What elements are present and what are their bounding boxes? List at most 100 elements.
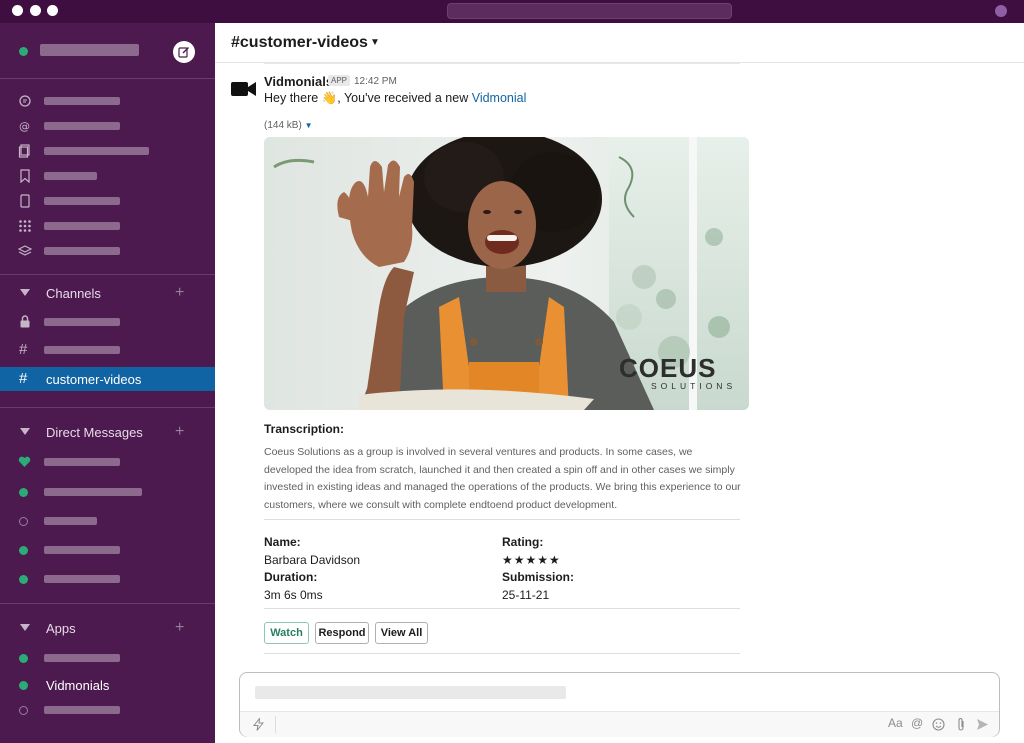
sidebar-dm-item[interactable] [0, 538, 215, 562]
svg-text:@: @ [19, 120, 30, 133]
nav-label-placeholder [44, 247, 120, 255]
send-icon[interactable] [976, 718, 989, 731]
nav-label-placeholder [44, 147, 149, 155]
file-size-label: (144 kB) [264, 120, 302, 131]
presence-online-icon [19, 575, 28, 584]
hash-icon: # [19, 370, 28, 387]
message-timestamp[interactable]: 12:42 PM [354, 76, 397, 87]
transcription-text: Coeus Solutions as a group is involved i… [264, 446, 741, 511]
vidmonial-link[interactable]: Vidmonial [472, 91, 527, 105]
maximize-window-button[interactable] [47, 5, 58, 16]
sidebar-app-item[interactable] [0, 646, 215, 670]
bookmark-icon [20, 169, 30, 183]
sidebar-item-saved[interactable] [0, 165, 215, 189]
dropdown-caret-icon[interactable]: ▼ [305, 121, 313, 130]
message-sender[interactable]: Vidmonials [264, 74, 333, 89]
nav-label-placeholder [44, 222, 120, 230]
nav-label-placeholder [44, 122, 120, 130]
tablet-icon [20, 194, 30, 208]
app-name-placeholder [44, 654, 120, 662]
message-composer[interactable]: Aa @ [239, 672, 1000, 737]
sidebar-divider [0, 603, 215, 604]
hash-icon: # [19, 341, 28, 358]
sidebar-item-files[interactable] [0, 190, 215, 214]
sidebar-item-drafts[interactable] [0, 140, 215, 164]
message-input[interactable] [255, 686, 566, 699]
dm-name-placeholder [44, 575, 120, 583]
sidebar-app-item[interactable] [0, 698, 215, 722]
presence-online-icon [19, 654, 28, 663]
sidebar-dm-item[interactable] [0, 567, 215, 591]
add-channel-icon[interactable]: + [175, 284, 184, 302]
sidebar-dm-item[interactable] [0, 509, 215, 533]
format-text-button[interactable]: Aa [888, 716, 903, 730]
emoji-icon[interactable] [932, 718, 945, 731]
presence-online-icon [19, 681, 28, 690]
message-greeting: Hey there [264, 91, 319, 105]
dm-name-placeholder [44, 517, 97, 525]
sidebar-dm-item[interactable] [0, 480, 215, 504]
channel-title[interactable]: #customer-videos [231, 34, 368, 52]
lock-icon [20, 315, 30, 328]
channel-header: #customer-videos ▼ [215, 23, 1024, 63]
transcription-heading: Transcription: [264, 422, 345, 436]
chevron-down-icon[interactable]: ▼ [370, 37, 380, 48]
composer-toolbar: Aa @ [240, 711, 999, 737]
add-app-icon[interactable]: + [175, 619, 184, 637]
compose-icon [178, 47, 189, 58]
app-badge: APP [328, 75, 351, 86]
toolbar-divider [275, 716, 276, 733]
sidebar-item-layers[interactable] [0, 240, 215, 264]
presence-online-icon [19, 546, 28, 555]
message-text: Hey there 👋, You've received a new Vidmo… [264, 91, 526, 106]
channel-name-placeholder [44, 318, 120, 326]
rating-label: Rating: [502, 535, 544, 549]
video-thumbnail[interactable]: COEUS SOLUTIONS [264, 137, 749, 410]
video-logo-main: COEUS [619, 353, 716, 383]
mention-button[interactable]: @ [911, 716, 923, 730]
lightning-icon[interactable] [253, 718, 264, 731]
file-size[interactable]: (144 kB) ▼ [264, 120, 313, 131]
respond-button[interactable]: Respond [315, 622, 369, 644]
sidebar-item-mentions[interactable]: @ [0, 115, 215, 139]
video-logo-sub: SOLUTIONS [651, 381, 736, 391]
compose-button[interactable] [173, 41, 195, 63]
mentions-icon: @ [19, 120, 30, 133]
window-titlebar [0, 0, 1024, 23]
close-window-button[interactable] [12, 5, 23, 16]
sidebar-app-vidmonials[interactable]: Vidmonials [0, 673, 215, 697]
sidebar: @ Channels + # # customer-videos Direct … [0, 23, 215, 743]
video-camera-icon [231, 82, 256, 96]
presence-away-icon [19, 517, 28, 526]
sidebar-channel-public[interactable]: # [0, 338, 215, 362]
search-bar[interactable] [447, 3, 732, 19]
caret-down-icon [20, 289, 30, 296]
direct-messages-section-header[interactable]: Direct Messages + [0, 421, 215, 445]
sidebar-app-label: Vidmonials [46, 678, 110, 693]
sidebar-item-threads[interactable] [0, 90, 215, 114]
channels-section-label: Channels [46, 286, 101, 301]
channels-section-header[interactable]: Channels + [0, 282, 215, 306]
wave-emoji-icon: 👋 [321, 91, 338, 105]
apps-section-header[interactable]: Apps + [0, 617, 215, 641]
presence-online-icon [19, 488, 28, 497]
view-all-button[interactable]: View All [375, 622, 428, 644]
divider [264, 608, 740, 609]
divider [264, 519, 740, 520]
sidebar-divider [0, 274, 215, 275]
sidebar-channel-customer-videos[interactable]: # customer-videos [0, 367, 215, 391]
dm-name-placeholder [44, 458, 120, 466]
sidebar-channel-private[interactable] [0, 310, 215, 334]
sidebar-item-apps-browse[interactable] [0, 215, 215, 239]
sidebar-dm-item[interactable] [0, 450, 215, 474]
watch-button[interactable]: Watch [264, 622, 309, 644]
user-avatar[interactable] [995, 5, 1007, 17]
channel-name: customer-videos [239, 34, 368, 51]
channel-name-placeholder [44, 346, 120, 354]
add-dm-icon[interactable]: + [175, 423, 184, 441]
workspace-name-placeholder[interactable] [40, 44, 139, 56]
paperclip-icon[interactable] [956, 717, 966, 732]
apps-section-label: Apps [46, 621, 76, 636]
nav-label-placeholder [44, 172, 97, 180]
minimize-window-button[interactable] [30, 5, 41, 16]
